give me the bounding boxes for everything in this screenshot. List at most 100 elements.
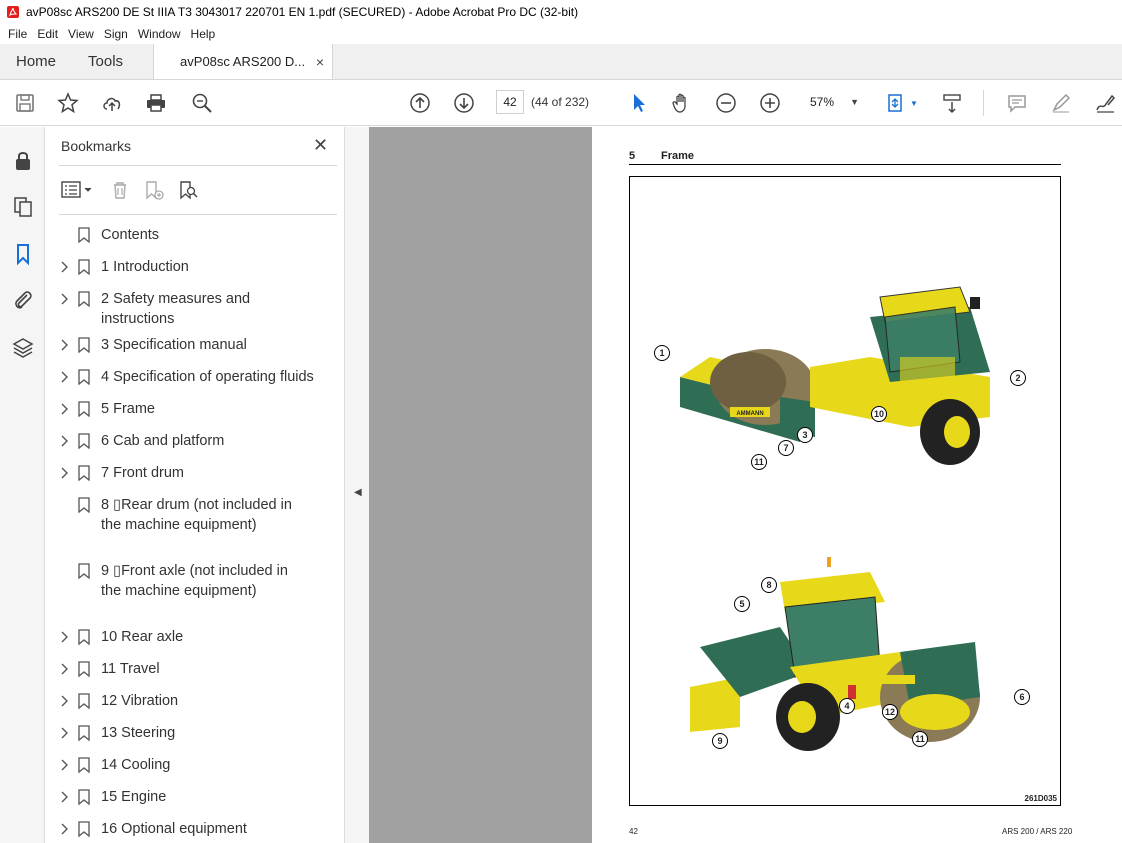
bookmark-flag-icon (78, 337, 90, 353)
bookmark-label: 8 ▯Rear drum (not included in the machin… (101, 497, 292, 533)
zoom-level-select[interactable]: 57% ▼ (799, 90, 865, 114)
callout-label: 10 (871, 406, 887, 422)
bookmark-flag-icon (78, 693, 90, 709)
sign-draw-icon[interactable] (1093, 91, 1117, 115)
select-cursor-icon[interactable] (627, 91, 651, 115)
chevron-right-icon[interactable] (58, 694, 70, 708)
section-title: Frame (661, 150, 695, 162)
close-panel-icon[interactable]: ✕ (313, 135, 328, 156)
panel-divider (59, 165, 337, 166)
page-thumbnails-icon[interactable] (11, 195, 35, 219)
bookmark-flag-icon (78, 725, 90, 741)
bookmark-label: 12 Vibration (101, 693, 179, 709)
document-viewer[interactable]: 5 Frame AMMANN 1 2 3 7 10 11 5 8 6 4 12 … (369, 127, 1122, 843)
tab-tools[interactable]: Tools (72, 44, 139, 79)
callout-label: 8 (761, 577, 777, 593)
layers-icon[interactable] (11, 336, 35, 360)
chevron-right-icon[interactable] (58, 260, 70, 274)
acrobat-logo-icon (7, 6, 19, 18)
bookmark-label: 2 Safety measures and instructions (101, 291, 251, 327)
brand-label: AMMANN (736, 411, 763, 417)
highlight-pen-icon[interactable] (1049, 91, 1073, 115)
chevron-right-icon[interactable] (58, 822, 70, 836)
next-page-icon[interactable] (452, 91, 476, 115)
fit-menu-chevron-icon[interactable]: ▼ (908, 91, 920, 115)
tab-close-icon[interactable]: × (316, 54, 324, 70)
section-number: 5 (629, 150, 636, 162)
lock-icon[interactable] (11, 149, 35, 173)
star-icon[interactable] (56, 91, 80, 115)
bookmark-label: 15 Engine (101, 789, 167, 805)
panel-collapse-handle[interactable]: ◀ (344, 127, 369, 843)
hand-tool-icon[interactable] (670, 91, 694, 115)
panel-divider (59, 214, 337, 215)
upload-cloud-icon[interactable] (100, 91, 124, 115)
bookmarks-panel-title: Bookmarks (61, 138, 132, 154)
zoom-in-icon[interactable] (758, 91, 782, 115)
new-bookmark-icon[interactable] (143, 179, 165, 201)
zoom-level-value: 57% (810, 95, 835, 109)
bookmarks-panel: Bookmarks ✕ Contents 1 Introduction 2 Sa… (45, 127, 388, 843)
tab-document-label: avP08sc ARS200 D... (180, 54, 306, 69)
menu-view[interactable]: View (63, 27, 99, 41)
print-icon[interactable] (144, 91, 168, 115)
bookmarks-toolbar (59, 177, 199, 203)
menu-help[interactable]: Help (186, 27, 221, 41)
chevron-right-icon[interactable] (58, 402, 70, 416)
find-bookmark-icon[interactable] (177, 179, 199, 201)
chevron-right-icon[interactable] (58, 790, 70, 804)
page-footer-number: 42 (629, 827, 638, 836)
bookmark-label: 13 Steering (101, 725, 176, 741)
bookmark-label: 16 Optional equipment (101, 821, 247, 837)
figure-frame: AMMANN 1 2 3 7 10 11 5 8 6 4 12 9 11 261… (629, 176, 1061, 806)
attachment-icon[interactable] (11, 288, 35, 312)
menu-edit[interactable]: Edit (32, 27, 63, 41)
tab-document[interactable]: avP08sc ARS200 D... × (153, 44, 334, 79)
bookmark-flag-icon (78, 661, 90, 677)
bookmark-flag-icon (78, 563, 90, 579)
page-number-input[interactable]: 42 (496, 90, 524, 114)
chevron-right-icon[interactable] (58, 726, 70, 740)
scrolling-mode-icon[interactable] (940, 91, 964, 115)
chevron-right-icon[interactable] (58, 370, 70, 384)
callout-label: 11 (912, 731, 928, 747)
bookmark-flag-icon (78, 227, 90, 243)
title-bar: avP08sc ARS200 DE St IIIA T3 3043017 220… (0, 0, 1122, 24)
bookmark-label: 10 Rear axle (101, 629, 184, 645)
chevron-right-icon[interactable] (58, 466, 70, 480)
callout-label: 12 (882, 704, 898, 720)
bookmark-flag-icon (78, 433, 90, 449)
bookmark-label: Contents (101, 227, 160, 243)
chevron-right-icon[interactable] (58, 338, 70, 352)
save-icon[interactable] (13, 91, 37, 115)
bookmark-icon[interactable] (11, 242, 35, 266)
chevron-right-icon[interactable] (58, 434, 70, 448)
chevron-right-icon[interactable] (58, 292, 70, 306)
find-zoom-icon[interactable] (190, 91, 214, 115)
bookmark-label: 3 Specification manual (101, 337, 247, 353)
menu-window[interactable]: Window (133, 27, 186, 41)
fit-page-icon[interactable] (884, 91, 908, 115)
delete-bookmark-icon[interactable] (109, 179, 131, 201)
callout-label: 7 (778, 440, 794, 456)
bookmark-options-icon[interactable] (59, 179, 97, 201)
chevron-right-icon[interactable] (58, 630, 70, 644)
chevron-right-icon[interactable] (58, 662, 70, 676)
tab-home[interactable]: Home (0, 44, 72, 79)
callout-label: 9 (712, 733, 728, 749)
menu-file[interactable]: File (3, 27, 32, 41)
bookmark-flag-icon (78, 821, 90, 837)
comment-icon[interactable] (1005, 91, 1029, 115)
callout-label: 3 (797, 427, 813, 443)
bookmark-flag-icon (78, 757, 90, 773)
bookmark-flag-icon (78, 789, 90, 805)
chevron-right-icon[interactable] (58, 758, 70, 772)
roller-illustration-top: AMMANN (680, 286, 990, 465)
header-rule (629, 164, 1061, 165)
callout-label: 1 (654, 345, 670, 361)
bookmark-flag-icon (78, 259, 90, 275)
zoom-out-icon[interactable] (714, 91, 738, 115)
collapse-left-icon[interactable]: ◀ (354, 487, 362, 498)
previous-page-icon[interactable] (408, 91, 432, 115)
menu-sign[interactable]: Sign (99, 27, 133, 41)
